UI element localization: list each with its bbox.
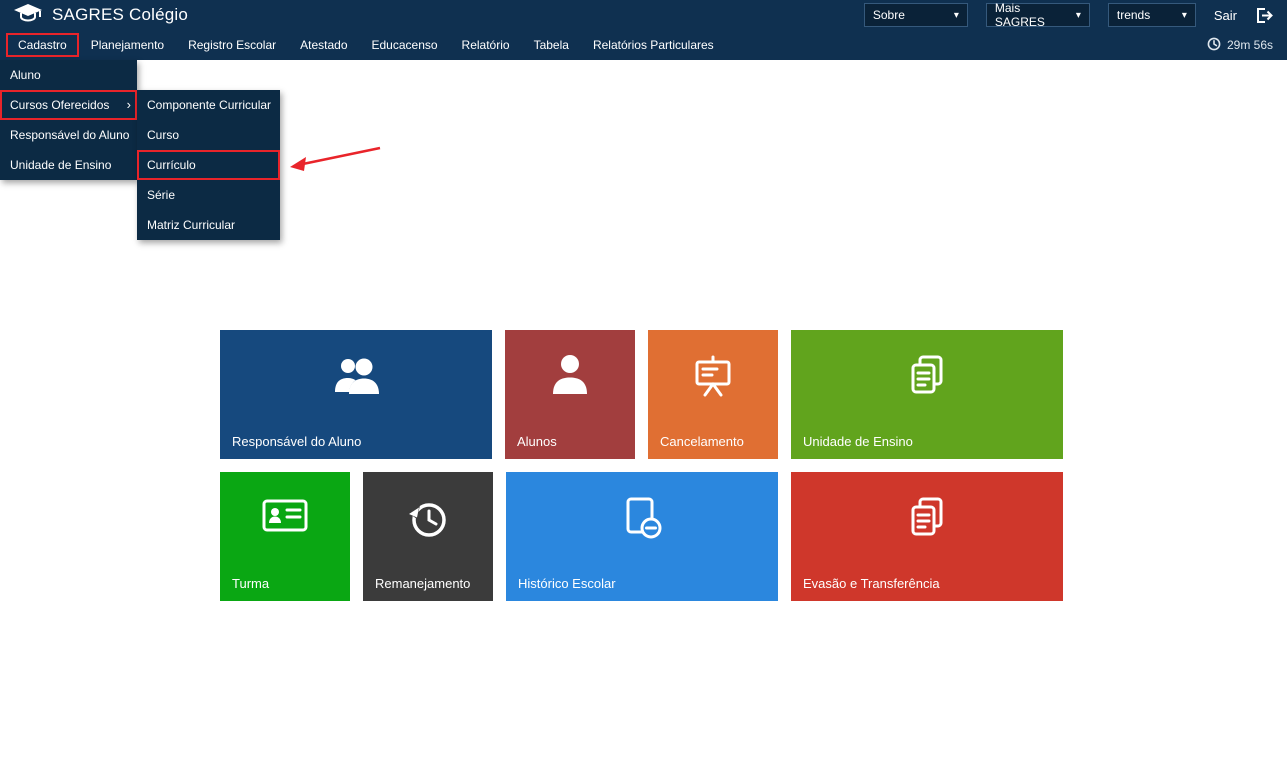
tile-label: Unidade de Ensino	[803, 434, 913, 449]
top-bar: SAGRES Colégio Sobre ▾ Mais SAGRES ▾ tre…	[0, 0, 1287, 30]
nav-item-atestado[interactable]: Atestado	[288, 33, 359, 57]
presentation-board-icon	[690, 354, 736, 405]
tile-label: Cancelamento	[660, 434, 744, 449]
chevron-right-icon: ›	[127, 90, 131, 120]
menu-item-aluno[interactable]: Aluno	[0, 60, 137, 90]
file-minus-icon	[619, 496, 665, 545]
submenu-item-label: Matriz Curricular	[147, 210, 235, 240]
tile-alunos[interactable]: Alunos	[505, 330, 635, 459]
menu-item-unidade-de-ensino[interactable]: Unidade de Ensino	[0, 150, 137, 180]
trends-dropdown[interactable]: trends ▾	[1108, 3, 1196, 27]
history-clock-icon	[405, 496, 451, 547]
session-timer: 29m 56s	[1207, 37, 1287, 54]
nav-item-relatorios-particulares[interactable]: Relatórios Particulares	[581, 33, 726, 57]
tile-label: Responsável do Aluno	[232, 434, 361, 449]
tile-responsavel-do-aluno[interactable]: Responsável do Aluno	[220, 330, 492, 459]
user-icon	[550, 354, 590, 401]
sobre-dropdown[interactable]: Sobre ▾	[864, 3, 968, 27]
submenu-item-label: Curso	[147, 120, 179, 150]
submenu-item-label: Currículo	[147, 150, 196, 180]
submenu-item-label: Componente Curricular	[147, 90, 271, 120]
nav-item-educacenso[interactable]: Educacenso	[360, 33, 450, 57]
submenu-item-matriz-curricular[interactable]: Matriz Curricular	[137, 210, 280, 240]
menu-item-cursos-oferecidos[interactable]: Cursos Oferecidos ›	[0, 90, 137, 120]
tile-grid: Responsável do Aluno Alunos	[220, 330, 1063, 601]
chevron-down-icon: ▾	[1182, 10, 1187, 21]
sobre-dropdown-label: Sobre	[873, 8, 905, 22]
clock-icon	[1207, 37, 1221, 54]
cursos-oferecidos-submenu: Componente Curricular Curso Currículo Sé…	[137, 90, 280, 240]
trends-dropdown-label: trends	[1117, 8, 1150, 22]
cadastro-menu: Aluno Cursos Oferecidos › Responsável do…	[0, 60, 137, 180]
nav-item-planejamento[interactable]: Planejamento	[79, 33, 176, 57]
menu-item-responsavel-do-aluno[interactable]: Responsável do Aluno	[0, 120, 137, 150]
tile-cancelamento[interactable]: Cancelamento	[648, 330, 778, 459]
brand: SAGRES Colégio	[0, 3, 188, 28]
submenu-item-componente-curricular[interactable]: Componente Curricular	[137, 90, 280, 120]
session-timer-value: 29m 56s	[1227, 38, 1273, 52]
sair-link[interactable]: Sair	[1214, 8, 1237, 23]
annotation-arrow	[284, 142, 384, 181]
logout-icon[interactable]	[1255, 7, 1273, 24]
chevron-down-icon: ▾	[954, 10, 959, 21]
tile-historico-escolar[interactable]: Histórico Escolar	[506, 472, 778, 601]
menu-item-label: Cursos Oferecidos	[10, 90, 109, 120]
main-nav: Cadastro Planejamento Registro Escolar A…	[0, 30, 1287, 60]
tile-label: Evasão e Transferência	[803, 576, 940, 591]
users-icon	[330, 354, 382, 401]
nav-item-relatorio[interactable]: Relatório	[450, 33, 522, 57]
submenu-item-serie[interactable]: Série	[137, 180, 280, 210]
tile-label: Turma	[232, 576, 269, 591]
graduation-cap-icon	[14, 3, 42, 28]
copy-documents-icon	[904, 354, 950, 403]
chevron-down-icon: ▾	[1076, 10, 1081, 21]
mais-sagres-dropdown-label: Mais SAGRES	[995, 1, 1068, 29]
nav-item-cadastro[interactable]: Cadastro	[6, 33, 79, 57]
tile-remanejamento[interactable]: Remanejamento	[363, 472, 493, 601]
nav-item-tabela[interactable]: Tabela	[522, 33, 581, 57]
tile-turma[interactable]: Turma	[220, 472, 350, 601]
nav-item-registro-escolar[interactable]: Registro Escolar	[176, 33, 288, 57]
tile-label: Histórico Escolar	[518, 576, 616, 591]
submenu-item-curriculo[interactable]: Currículo	[137, 150, 280, 180]
copy-documents-icon	[904, 496, 950, 545]
submenu-item-curso[interactable]: Curso	[137, 120, 280, 150]
tile-label: Alunos	[517, 434, 557, 449]
tile-label: Remanejamento	[375, 576, 470, 591]
menu-item-label: Aluno	[10, 60, 41, 90]
tile-evasao-e-transferencia[interactable]: Evasão e Transferência	[791, 472, 1063, 601]
submenu-item-label: Série	[147, 180, 175, 210]
id-card-icon	[260, 496, 310, 541]
menu-item-label: Responsável do Aluno	[10, 120, 129, 150]
tile-unidade-de-ensino[interactable]: Unidade de Ensino	[791, 330, 1063, 459]
mais-sagres-dropdown[interactable]: Mais SAGRES ▾	[986, 3, 1090, 27]
menu-item-label: Unidade de Ensino	[10, 150, 111, 180]
app-title: SAGRES Colégio	[52, 5, 188, 25]
